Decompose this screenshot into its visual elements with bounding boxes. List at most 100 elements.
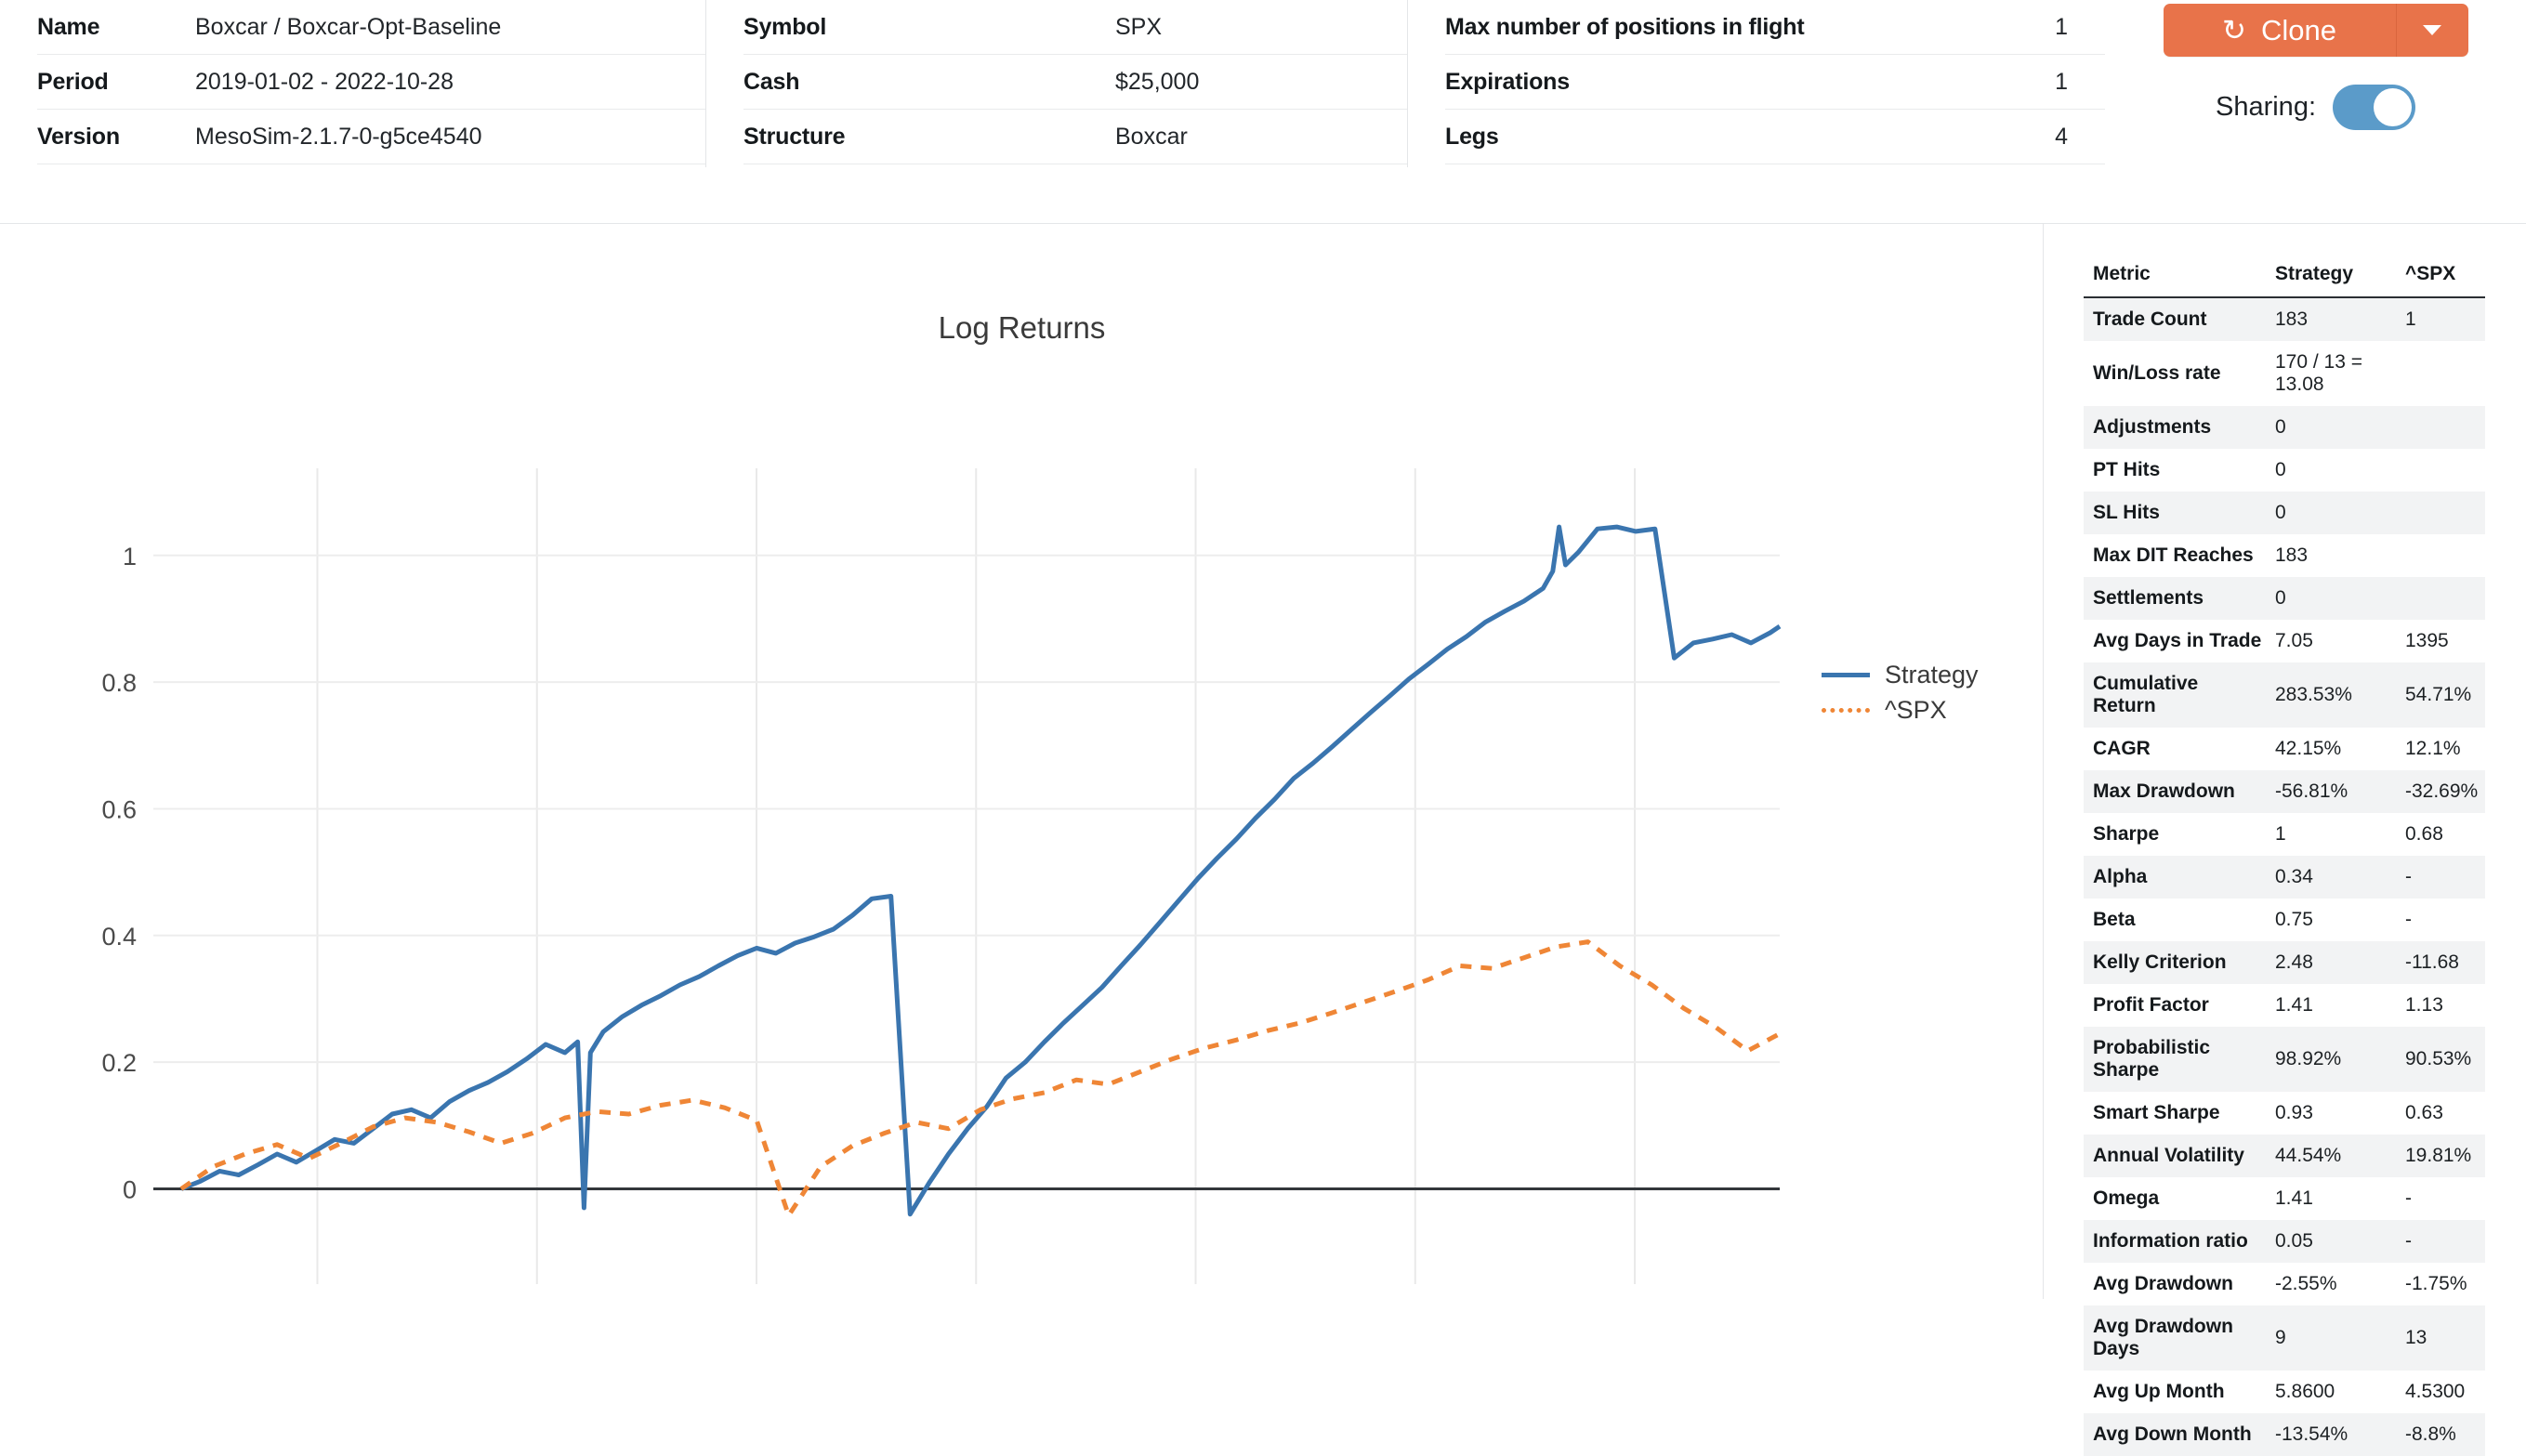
cell-strategy: 1.41	[2266, 984, 2396, 1027]
legend-label-strategy: Strategy	[1885, 661, 1979, 689]
cell-metric: SL Hits	[2084, 492, 2266, 534]
header-row: StructureBoxcar	[743, 110, 1408, 164]
header-row-value: SPX	[1115, 14, 1162, 41]
table-row: Kelly Criterion2.48-11.68	[2084, 941, 2485, 984]
metrics-table-head: Metric Strategy ^SPX	[2084, 263, 2485, 297]
cell-strategy: 1.41	[2266, 1177, 2396, 1220]
cell-strategy: 0.34	[2266, 856, 2396, 899]
cell-metric: Sharpe	[2084, 813, 2266, 856]
header-row: Max number of positions in flight1	[1445, 0, 2105, 55]
cell-strategy: 183	[2266, 297, 2396, 341]
cell-spx: -32.69%	[2396, 770, 2485, 813]
y-axis-tick-label: 0.8	[101, 669, 137, 697]
cell-metric: Cumulative Return	[2084, 662, 2266, 728]
cell-strategy: 42.15%	[2266, 728, 2396, 770]
header-row: Legs4	[1445, 110, 2105, 164]
legend-swatch-spx	[1822, 708, 1870, 713]
header-row-value: Boxcar / Boxcar-Opt-Baseline	[195, 14, 501, 41]
cell-metric: Adjustments	[2084, 406, 2266, 449]
header-column-identity: NameBoxcar / Boxcar-Opt-BaselinePeriod20…	[0, 0, 706, 164]
cell-strategy: 44.54%	[2266, 1135, 2396, 1177]
sharing-toggle[interactable]	[2333, 85, 2415, 130]
header-row-value: 1	[2055, 14, 2068, 41]
table-row: Avg Drawdown-2.55%-1.75%	[2084, 1263, 2485, 1305]
cell-strategy: 283.53%	[2266, 662, 2396, 728]
cell-metric: Win/Loss rate	[2084, 341, 2266, 406]
sharing-label: Sharing:	[2216, 92, 2316, 123]
table-row: CAGR42.15%12.1%	[2084, 728, 2485, 770]
table-row: Smart Sharpe0.930.63	[2084, 1092, 2485, 1135]
sharing-control: Sharing:	[2105, 85, 2526, 130]
metrics-table: Metric Strategy ^SPX Trade Count1831Win/…	[2084, 263, 2485, 1456]
header-row: Cash$25,000	[743, 55, 1408, 110]
cell-spx	[2396, 406, 2485, 449]
cell-metric: Avg Down Month	[2084, 1413, 2266, 1456]
legend-item-strategy: Strategy	[1822, 657, 1979, 692]
chevron-down-icon	[2423, 25, 2441, 35]
header-row-label: Legs	[1445, 124, 2055, 151]
cell-spx: 0.68	[2396, 813, 2485, 856]
cell-spx: 1	[2396, 297, 2485, 341]
clone-button-group[interactable]: ↻ Clone	[2164, 4, 2468, 57]
table-row: Beta0.75-	[2084, 899, 2485, 941]
header-row-value: 2019-01-02 - 2022-10-28	[195, 69, 454, 96]
cell-strategy: 1	[2266, 813, 2396, 856]
cell-metric: Avg Drawdown Days	[2084, 1305, 2266, 1371]
sharing-toggle-knob	[2374, 88, 2412, 126]
cell-metric: Trade Count	[2084, 297, 2266, 341]
cell-metric: Annual Volatility	[2084, 1135, 2266, 1177]
cell-strategy: 0	[2266, 577, 2396, 620]
header-row-value: $25,000	[1115, 69, 1199, 96]
cell-spx: 54.71%	[2396, 662, 2485, 728]
header-row-value: MesoSim-2.1.7-0-g5ce4540	[195, 124, 482, 151]
metrics-table-body: Trade Count1831Win/Loss rate170 / 13 = 1…	[2084, 297, 2485, 1456]
refresh-icon: ↻	[2222, 14, 2246, 47]
y-axis-tick-label: 0.4	[101, 923, 137, 951]
cell-metric: Kelly Criterion	[2084, 941, 2266, 984]
table-row: Cumulative Return283.53%54.71%	[2084, 662, 2485, 728]
cell-spx: 1.13	[2396, 984, 2485, 1027]
table-row: Avg Down Month-13.54%-8.8%	[2084, 1413, 2485, 1456]
clone-dropdown-toggle[interactable]	[2396, 4, 2468, 57]
table-row: Alpha0.34-	[2084, 856, 2485, 899]
header-row-label: Version	[37, 124, 195, 151]
cell-metric: Max DIT Reaches	[2084, 534, 2266, 577]
clone-button[interactable]: ↻ Clone	[2164, 4, 2396, 57]
cell-spx	[2396, 492, 2485, 534]
header-row-label: Symbol	[743, 14, 1115, 41]
cell-strategy: 183	[2266, 534, 2396, 577]
table-row: Sharpe10.68	[2084, 813, 2485, 856]
cell-spx: -	[2396, 1177, 2485, 1220]
cell-metric: Avg Up Month	[2084, 1371, 2266, 1413]
cell-spx	[2396, 577, 2485, 620]
header-row-value: 1	[2055, 69, 2068, 96]
table-row: Max Drawdown-56.81%-32.69%	[2084, 770, 2485, 813]
cell-spx: -11.68	[2396, 941, 2485, 984]
cell-metric: Beta	[2084, 899, 2266, 941]
y-axis-tick-label: 0.2	[101, 1049, 137, 1077]
cell-spx	[2396, 449, 2485, 492]
cell-spx: -	[2396, 1220, 2485, 1263]
table-row: Avg Days in Trade7.051395	[2084, 620, 2485, 662]
cell-metric: Avg Days in Trade	[2084, 620, 2266, 662]
cell-metric: Smart Sharpe	[2084, 1092, 2266, 1135]
legend-item-spx: ^SPX	[1822, 692, 1979, 728]
table-row: Information ratio0.05-	[2084, 1220, 2485, 1263]
table-row: Max DIT Reaches183	[2084, 534, 2485, 577]
cell-strategy: -2.55%	[2266, 1263, 2396, 1305]
cell-spx: -1.75%	[2396, 1263, 2485, 1305]
cell-metric: Avg Drawdown	[2084, 1263, 2266, 1305]
table-row: Probabilistic Sharpe98.92%90.53%	[2084, 1027, 2485, 1092]
cell-spx	[2396, 341, 2485, 406]
header-row-label: Structure	[743, 124, 1115, 151]
table-row: Avg Up Month5.86004.5300	[2084, 1371, 2485, 1413]
table-row: SL Hits0	[2084, 492, 2485, 534]
cell-strategy: 0	[2266, 449, 2396, 492]
cell-spx: 12.1%	[2396, 728, 2485, 770]
legend-swatch-strategy	[1822, 673, 1870, 677]
column-header-metric: Metric	[2084, 263, 2266, 297]
table-row: Trade Count1831	[2084, 297, 2485, 341]
cell-spx: 0.63	[2396, 1092, 2485, 1135]
cell-metric: Settlements	[2084, 577, 2266, 620]
cell-strategy: 0	[2266, 492, 2396, 534]
